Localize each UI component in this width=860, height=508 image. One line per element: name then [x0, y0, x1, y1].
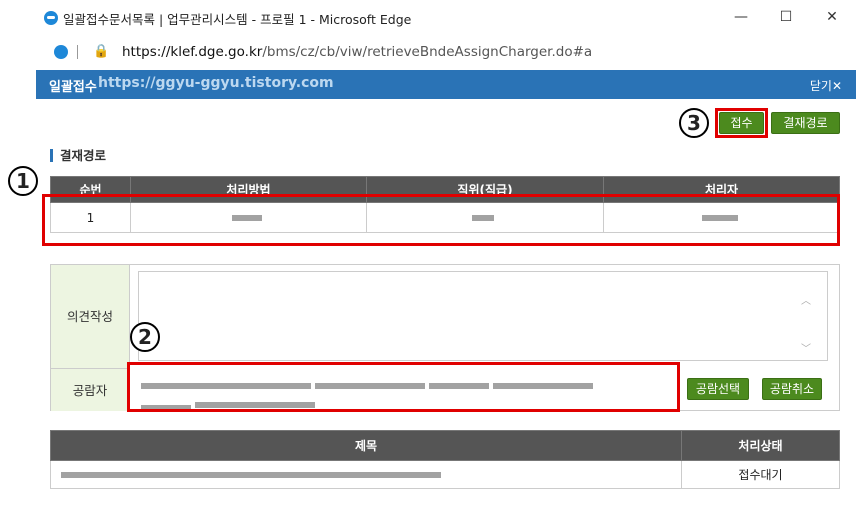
lock-icon[interactable]: 🔒: [93, 44, 109, 59]
col-header-status: 처리상태: [681, 430, 840, 461]
divider: [77, 45, 78, 59]
annotation-2: 2: [130, 322, 160, 352]
cell-status: 접수대기: [681, 460, 840, 489]
url-host: https://klef.dge.go.kr: [122, 44, 263, 60]
highlight-box-approval-row: [42, 194, 840, 246]
edge-icon: [54, 45, 68, 59]
window-title: 일괄접수문서목록 | 업무관리시스템 - 프로필 1 - Microsoft E…: [63, 12, 412, 27]
edge-icon: [44, 11, 58, 25]
url-path: /bms/cz/cb/viw/retrieveBndeAssignCharger…: [262, 44, 593, 60]
scrollbar[interactable]: ︿ ﹀: [799, 292, 813, 362]
popup-title: 일괄접수: [49, 80, 97, 95]
address-bar[interactable]: 🔒 https://klef.dge.go.kr/bms/cz/cb/viw/r…: [36, 36, 860, 68]
viewer-cancel-button[interactable]: 공람취소: [762, 378, 822, 400]
highlight-box-viewers: [127, 362, 680, 412]
watermark: https://ggyu-ggyu.tistory.com: [98, 75, 334, 91]
maximize-button[interactable]: ☐: [772, 6, 800, 28]
opinion-textarea[interactable]: ︿ ﹀: [138, 271, 828, 361]
table-row[interactable]: 접수대기: [50, 460, 840, 489]
popup-close-button[interactable]: 닫기✕: [810, 77, 842, 94]
annotation-3: 3: [679, 108, 709, 138]
close-window-button[interactable]: ✕: [818, 6, 846, 28]
popup-header: 일괄접수 https://ggyu-ggyu.tistory.com 닫기✕: [36, 70, 856, 99]
url-text[interactable]: https://klef.dge.go.kr/bms/cz/cb/viw/ret…: [122, 44, 592, 60]
document-table: 제목 처리상태 접수대기: [50, 430, 840, 489]
opinion-label: 의견작성: [51, 265, 130, 368]
table-header-row: 제목 처리상태: [50, 430, 840, 461]
receive-button[interactable]: 접수: [719, 112, 764, 134]
annotation-1: 1: [8, 166, 38, 196]
minimize-button[interactable]: —: [727, 6, 755, 28]
viewer-select-button[interactable]: 공람선택: [687, 378, 749, 400]
section-title: 결재경로: [50, 149, 106, 162]
viewers-label: 공람자: [51, 368, 130, 411]
cell-title-redacted[interactable]: [50, 460, 682, 489]
col-header-title: 제목: [50, 430, 682, 461]
approval-path-button[interactable]: 결재경로: [771, 112, 840, 134]
window-titlebar: 일괄접수문서목록 | 업무관리시스템 - 프로필 1 - Microsoft E…: [0, 0, 860, 34]
